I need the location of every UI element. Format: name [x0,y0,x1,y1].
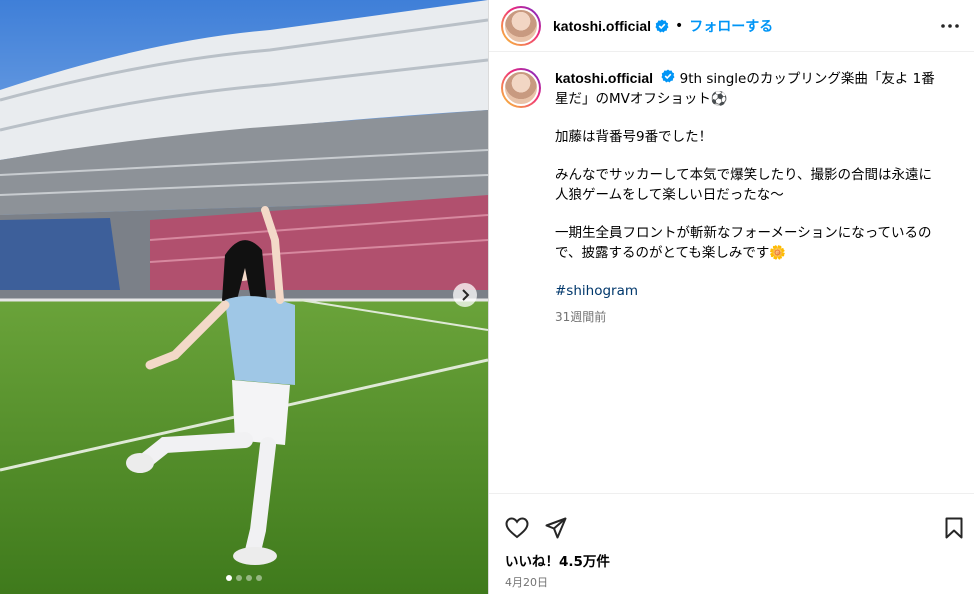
more-options-icon[interactable] [940,23,960,29]
caption-paragraph: みんなでサッカーして本気で爆笑したり、撮影の合間は永遠に人狼ゲームをして楽しい日… [555,167,933,203]
action-bar [489,494,974,546]
carousel-dot [236,575,242,581]
hashtag-link[interactable]: #shihogram [555,281,945,301]
share-icon[interactable] [545,517,567,539]
carousel-dot [256,575,262,581]
heart-icon[interactable] [505,517,529,539]
username-link[interactable]: katoshi.official [553,18,651,34]
like-count[interactable]: いいね！4.5万件 [489,546,974,570]
follow-button[interactable]: フォローする [689,16,773,36]
post-side-panel: katoshi.official • フォローする katoshi.offici… [488,0,974,594]
carousel-next-button[interactable] [453,283,477,307]
post-actions-section: いいね！4.5万件 4月20日 [489,493,974,594]
chevron-right-icon [462,289,470,301]
carousel-dots [226,575,262,581]
time-ago: 31週間前 [555,310,607,324]
post-date[interactable]: 4月20日 [489,570,974,590]
avatar[interactable] [501,5,541,46]
caption-paragraph: 一期生全員フロントが斬新なフォーメーションになっているので、披露するのがとても楽… [555,225,932,261]
post-photo[interactable] [0,0,488,594]
caption-comment: katoshi.official 9th singleのカップリング楽曲「友よ … [489,52,974,490]
carousel-dot [226,575,232,581]
verified-badge-icon [655,19,669,33]
separator-dot: • [675,17,684,34]
username-link[interactable]: katoshi.official [555,70,653,86]
verified-badge-icon [661,69,675,83]
caption-paragraph: 加藤は背番号9番でした！ [555,129,713,145]
post-header: katoshi.official • フォローする [489,0,974,52]
stadium-photo [0,0,488,594]
avatar[interactable] [501,68,541,108]
carousel-dot [246,575,252,581]
caption-text: katoshi.official 9th singleのカップリング楽曲「友よ … [555,68,945,490]
bookmark-icon[interactable] [945,517,963,539]
